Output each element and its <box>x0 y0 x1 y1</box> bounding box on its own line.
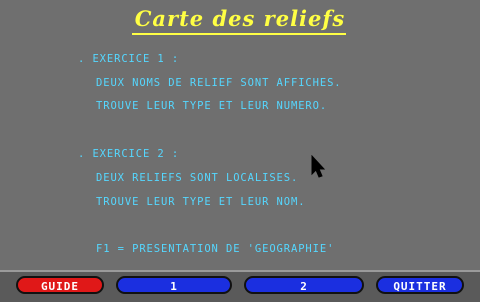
guide-button[interactable]: GUIDE <box>16 276 104 294</box>
title-underline <box>132 33 346 35</box>
exercise-2-line-2: TROUVE LEUR TYPE ET LEUR NOM. <box>96 196 306 208</box>
quit-button[interactable]: QUITTER <box>376 276 464 294</box>
exercise-2-button[interactable]: 2 <box>244 276 364 294</box>
mouse-pointer-icon <box>311 155 326 178</box>
help-line: F1 = PRESENTATION DE 'GEOGRAPHIE' <box>96 243 335 255</box>
exercise-2-heading: . EXERCICE 2 : <box>78 148 180 160</box>
exercise-2-line-1: DEUX RELIEFS SONT LOCALISES. <box>96 172 299 184</box>
page-title: Carte des reliefs <box>134 6 346 31</box>
game-screen: Carte des reliefs . EXERCICE 1 : DEUX NO… <box>0 0 480 302</box>
exercise-1-heading: . EXERCICE 1 : <box>78 53 180 65</box>
exercise-1-button[interactable]: 1 <box>116 276 232 294</box>
exercise-1-line-2: TROUVE LEUR TYPE ET LEUR NUMERO. <box>96 100 328 112</box>
exercise-1-line-1: DEUX NOMS DE RELIEF SONT AFFICHES. <box>96 77 342 89</box>
